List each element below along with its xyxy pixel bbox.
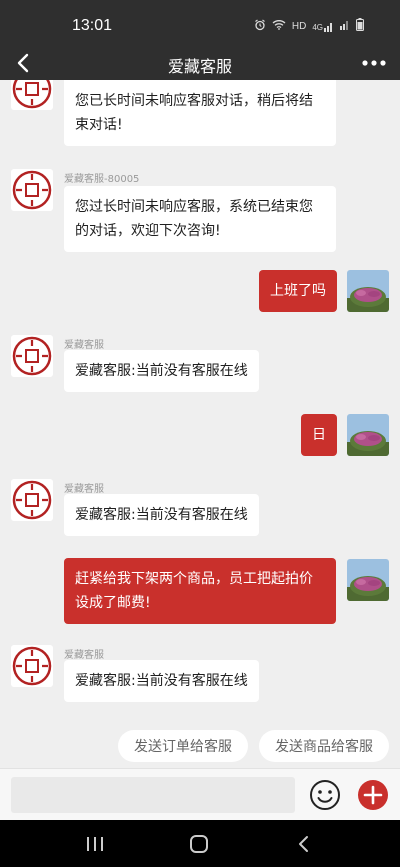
wifi-icon <box>272 19 286 33</box>
chat-area[interactable]: 您已长时间未响应客服对话，稍后将结 束对话! 爱藏客服-80005 您过长时间未… <box>0 80 400 768</box>
message-line: 设成了邮费! <box>75 595 151 611</box>
coin-logo-icon <box>12 480 52 520</box>
sender-name: 爱藏客服 <box>64 650 104 661</box>
alarm-icon <box>254 19 266 34</box>
recents-button[interactable] <box>83 832 107 856</box>
page-title: 爱藏客服 <box>167 57 232 76</box>
message-line: 您过长时间未响应客服，系统已结束您 <box>75 199 313 215</box>
flower-bush-photo-icon <box>347 414 389 456</box>
user-avatar[interactable] <box>347 414 389 456</box>
plus-circle-icon <box>358 780 388 810</box>
status-time: 13:01 <box>72 17 113 34</box>
message-bubble-agent[interactable]: 爱藏客服:当前没有客服在线 <box>64 494 259 536</box>
message-line: 爱藏客服:当前没有客服在线 <box>75 363 248 379</box>
home-icon <box>190 835 208 853</box>
flower-bush-photo-icon <box>347 559 389 601</box>
emoji-smile-icon <box>310 780 340 810</box>
back-icon <box>299 836 308 852</box>
message-bubble-agent[interactable]: 您已长时间未响应客服对话，稍后将结 束对话! <box>64 80 336 146</box>
signal-4g-icon: 4G <box>312 21 334 32</box>
sender-name: 爱藏客服 <box>64 340 104 351</box>
home-button[interactable] <box>187 832 211 856</box>
network-type-label: 4G <box>312 22 323 32</box>
hd-icon: HD <box>291 20 307 32</box>
signal-icon <box>340 19 350 33</box>
message-bubble-user[interactable]: 上班了吗 <box>259 270 337 312</box>
message-line: 爱藏客服:当前没有客服在线 <box>75 507 248 523</box>
input-bar <box>0 768 400 820</box>
send-order-button[interactable]: 发送订单给客服 <box>118 730 248 762</box>
message-input[interactable] <box>11 777 295 813</box>
emoji-button[interactable] <box>309 779 341 811</box>
message-line: 您已长时间未响应客服对话，稍后将结 <box>75 93 313 109</box>
coin-logo-icon <box>12 646 52 686</box>
send-product-button[interactable]: 发送商品给客服 <box>259 730 389 762</box>
message-line: 束对话! <box>75 117 123 133</box>
coin-logo-icon <box>12 336 52 376</box>
coin-logo-icon <box>12 80 52 109</box>
battery-icon <box>356 18 364 34</box>
message-bubble-agent[interactable]: 爱藏客服:当前没有客服在线 <box>64 660 259 702</box>
sender-name: 爱藏客服 <box>64 484 104 495</box>
user-avatar[interactable] <box>347 559 389 601</box>
system-nav-bar <box>0 820 400 867</box>
system-back-button[interactable] <box>291 832 315 856</box>
message-line: 上班了吗 <box>270 283 326 299</box>
more-actions-button[interactable] <box>357 779 389 811</box>
agent-avatar[interactable] <box>11 645 53 687</box>
message-line: 赶紧给我下架两个商品，员工把起拍价 <box>75 571 313 587</box>
quick-actions: 发送订单给客服 发送商品给客服 <box>0 730 400 764</box>
message-bubble-agent[interactable]: 爱藏客服:当前没有客服在线 <box>64 350 259 392</box>
coin-logo-icon <box>12 170 52 210</box>
message-line: 日 <box>312 427 326 443</box>
recents-icon <box>87 837 103 851</box>
flower-bush-photo-icon <box>347 270 389 312</box>
user-avatar[interactable] <box>347 270 389 312</box>
agent-avatar[interactable] <box>11 169 53 211</box>
more-button[interactable] <box>360 50 388 76</box>
agent-avatar[interactable] <box>11 479 53 521</box>
message-line: 的对话，欢迎下次咨询! <box>75 223 221 239</box>
header-bar: 爱藏客服 <box>0 48 400 80</box>
message-bubble-user[interactable]: 日 <box>301 414 337 456</box>
more-dots-icon <box>362 60 386 66</box>
message-bubble-agent[interactable]: 您过长时间未响应客服，系统已结束您 的对话，欢迎下次咨询! <box>64 186 336 252</box>
status-icons: HD 4G <box>254 18 364 34</box>
sender-name: 爱藏客服-80005 <box>64 174 140 185</box>
status-bar: 13:01 HD 4G <box>0 0 400 48</box>
message-line: 爱藏客服:当前没有客服在线 <box>75 673 248 689</box>
agent-avatar[interactable] <box>11 80 53 110</box>
message-bubble-user[interactable]: 赶紧给我下架两个商品，员工把起拍价 设成了邮费! <box>64 558 336 624</box>
agent-avatar[interactable] <box>11 335 53 377</box>
